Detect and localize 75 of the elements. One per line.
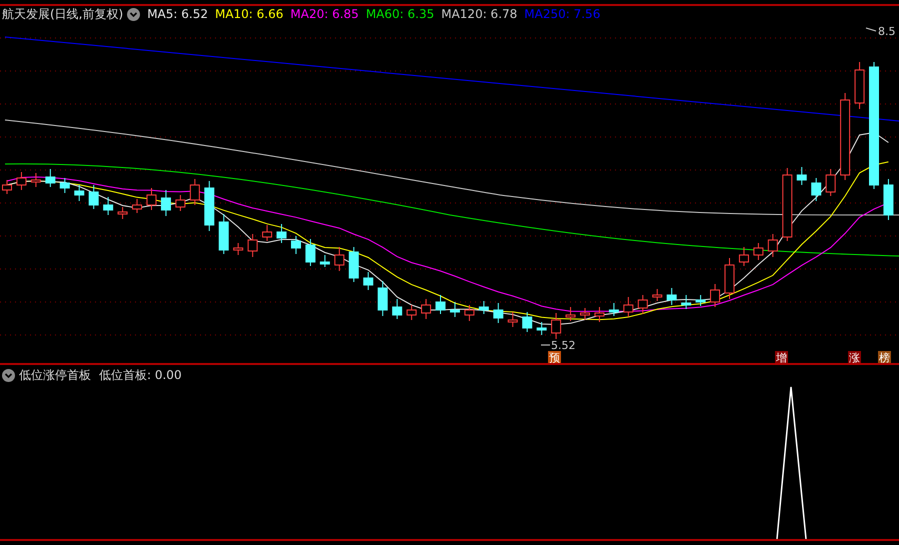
candlestick xyxy=(190,178,200,206)
candlestick xyxy=(666,288,677,306)
candlestick xyxy=(566,306,576,322)
candlestick xyxy=(218,214,229,254)
signal-badge: 涨 xyxy=(848,351,861,363)
candlestick xyxy=(638,294,648,314)
candlestick xyxy=(450,302,460,318)
candlestick xyxy=(594,306,604,322)
moving-average-reading: MA20: 6.85 xyxy=(290,7,359,21)
dropdown-icon[interactable] xyxy=(2,368,15,382)
candlestick xyxy=(854,62,865,110)
candlestick xyxy=(103,196,114,216)
signal-badge: 预 xyxy=(548,351,561,363)
dropdown-icon[interactable] xyxy=(127,8,140,20)
indicator-reading: 低位首板: 0.00 xyxy=(99,366,182,384)
candlestick xyxy=(233,242,244,256)
candlestick xyxy=(580,308,590,320)
candlestick xyxy=(88,184,99,210)
candlestick xyxy=(248,234,258,258)
candlestick xyxy=(320,254,330,268)
candlestick xyxy=(406,304,417,320)
candlestick xyxy=(493,302,504,324)
candlestick xyxy=(536,322,547,336)
low-price-label: 5.52 xyxy=(540,339,576,352)
candlestick xyxy=(305,238,316,266)
candlestick xyxy=(363,272,374,290)
moving-average-reading: MA250: 7.56 xyxy=(524,7,600,21)
candlestick xyxy=(623,296,634,318)
moving-average-reading: MA120: 6.78 xyxy=(441,7,518,21)
candlestick xyxy=(348,246,359,282)
candlestick xyxy=(508,312,518,328)
candlestick xyxy=(118,206,128,220)
candlestick xyxy=(276,224,287,244)
candlestick xyxy=(826,168,836,196)
moving-average-reading: MA60: 6.35 xyxy=(366,7,434,21)
candlestick xyxy=(551,312,562,340)
candlestick xyxy=(45,168,56,188)
candlestick xyxy=(378,280,388,316)
candlestick xyxy=(738,246,749,266)
candlestick xyxy=(291,236,301,254)
candlestick xyxy=(681,294,692,310)
stock-title: 航天发展(日线,前复权) xyxy=(2,6,124,22)
candlestick xyxy=(132,198,142,214)
candlestick xyxy=(204,180,214,232)
candlestick xyxy=(175,194,186,212)
candlestick xyxy=(710,284,720,308)
candlestick xyxy=(883,178,894,220)
indicator-title: 低位涨停首板 xyxy=(19,366,91,384)
candlestick xyxy=(464,304,474,322)
candlestick xyxy=(30,172,41,188)
candlestick xyxy=(796,166,807,186)
candlestick xyxy=(16,172,26,190)
candlestick xyxy=(392,298,402,320)
high-price-label: 8.5 xyxy=(866,25,896,38)
candlestick xyxy=(262,224,272,242)
candlestick xyxy=(74,184,84,202)
candlestick xyxy=(768,234,778,258)
candlestick xyxy=(608,302,619,316)
candlestick xyxy=(421,298,432,320)
candlestick xyxy=(146,188,156,210)
candlestick xyxy=(811,178,822,202)
candlestick xyxy=(652,288,662,302)
candlestick xyxy=(753,242,764,260)
candlestick xyxy=(160,190,171,216)
candlestick xyxy=(696,294,706,306)
signal-badge: 增 xyxy=(775,351,788,363)
moving-average-reading: MA5: 6.52 xyxy=(147,7,208,21)
signal-badge: 榜 xyxy=(878,351,891,363)
moving-average-reading: MA10: 6.66 xyxy=(214,7,284,21)
candlestick xyxy=(522,312,532,332)
candlestick xyxy=(60,178,70,194)
candlestick xyxy=(724,258,734,300)
candlestick xyxy=(334,246,344,272)
candlestick xyxy=(478,300,489,314)
candlestick xyxy=(436,294,446,314)
